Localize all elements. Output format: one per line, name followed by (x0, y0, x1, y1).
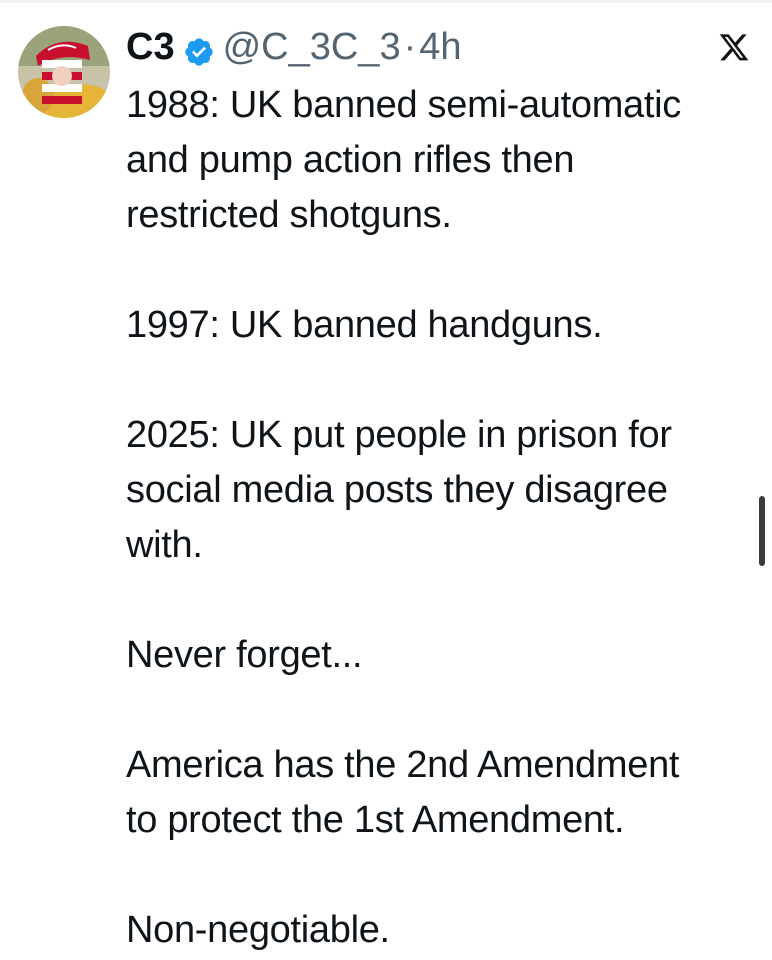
text-line: America has the 2nd Amendment (126, 744, 680, 786)
text-line: and pump action rifles then (126, 139, 575, 181)
tweet: C3 @C_3C_3 · 4h 1988: UK banned semi-aut… (0, 0, 772, 960)
author-avatar[interactable] (18, 26, 110, 118)
text-line: 1988: UK banned semi-automatic (126, 84, 681, 126)
text-line: restricted shotguns. (126, 194, 452, 236)
tweet-paragraph: 1988: UK banned semi-automatic and pump … (126, 78, 756, 243)
tweet-timestamp[interactable]: 4h (419, 22, 461, 72)
tweet-paragraph: Never forget... (126, 628, 756, 683)
verified-badge-icon (183, 31, 215, 66)
text-line: Non-negotiable. (126, 909, 390, 951)
separator-dot: · (403, 26, 417, 68)
text-line: 1997: UK banned handguns. (126, 304, 603, 346)
avatar-image (18, 26, 110, 118)
tweet-paragraph: Non-negotiable. (126, 903, 756, 958)
scrollbar-thumb[interactable] (759, 496, 765, 566)
text-line: 2025: UK put people in prison for (126, 414, 672, 456)
x-logo-icon[interactable] (718, 32, 750, 62)
tweet-paragraph: 2025: UK put people in prison for social… (126, 408, 756, 573)
tweet-text: 1988: UK banned semi-automatic and pump … (126, 78, 756, 958)
text-line: Never forget... (126, 634, 363, 676)
text-line: with. (126, 524, 203, 566)
tweet-paragraph: America has the 2nd Amendment to protect… (126, 738, 756, 848)
text-line: social media posts they disagree (126, 469, 668, 511)
tweet-paragraph: 1997: UK banned handguns. (126, 298, 756, 353)
display-name[interactable]: C3 (126, 22, 175, 72)
text-line: to protect the 1st Amendment. (126, 799, 625, 841)
author-handle[interactable]: @C_3C_3 (223, 22, 401, 72)
tweet-header: C3 @C_3C_3 · 4h (126, 22, 462, 72)
